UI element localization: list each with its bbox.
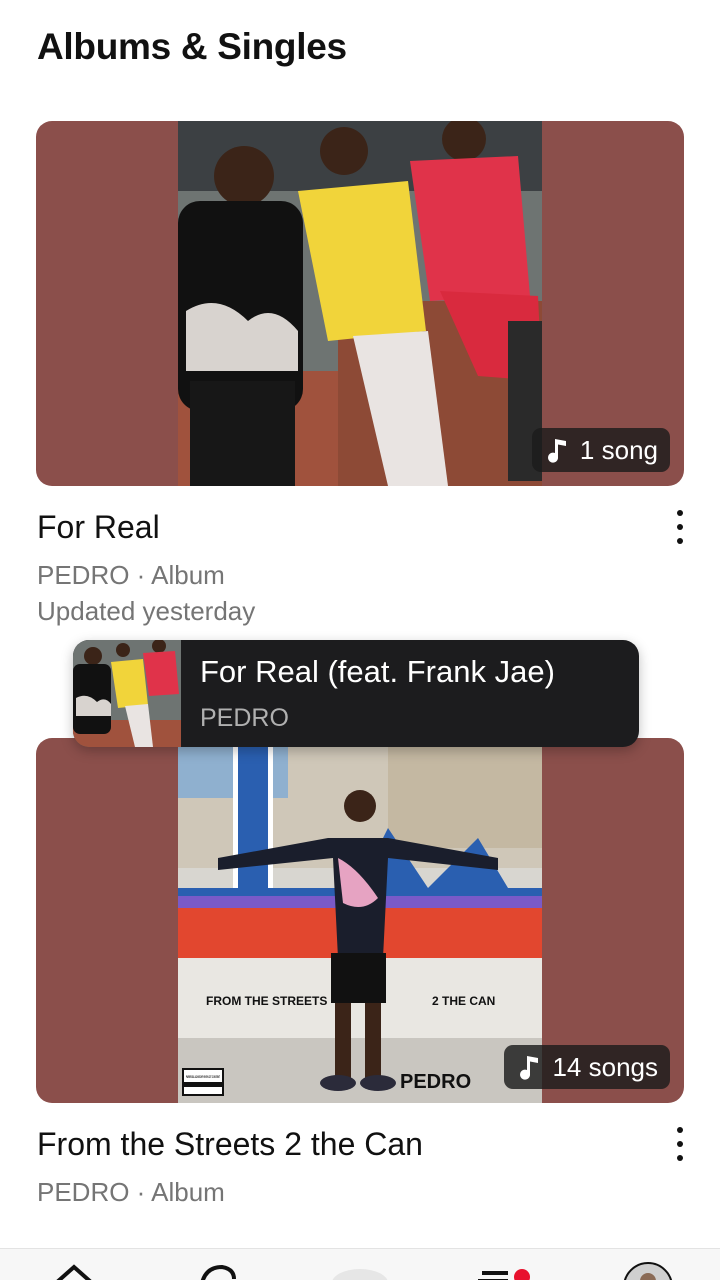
library-icon[interactable] bbox=[478, 1261, 534, 1280]
now-playing-icon[interactable] bbox=[330, 1261, 390, 1280]
album-cover-art: FROM THE STREETS 2 THE CAN PEDRO PARENTA… bbox=[178, 738, 542, 1103]
album-updated: Updated yesterday bbox=[37, 596, 256, 626]
album-title[interactable]: From the Streets 2 the Can bbox=[37, 1126, 423, 1163]
more-options-button[interactable] bbox=[670, 510, 690, 544]
mini-player-artwork bbox=[73, 640, 181, 747]
song-count-label: 1 song bbox=[579, 434, 658, 465]
profile-avatar[interactable] bbox=[622, 1261, 674, 1280]
cover-text-left: FROM THE STREETS bbox=[206, 994, 327, 1008]
dot bbox=[677, 510, 683, 516]
album-meta: PEDRO · Album bbox=[37, 560, 225, 590]
song-count-badge: 1 song bbox=[531, 428, 670, 472]
mini-player[interactable]: For Real (feat. Frank Jae) PEDRO bbox=[73, 640, 639, 747]
song-count-badge: 14 songs bbox=[504, 1045, 670, 1089]
parental-advisory-text: PARENTAL ADVISORY EXPLICIT CONTENT bbox=[186, 1074, 220, 1079]
dot bbox=[677, 1141, 683, 1147]
cover-artist-name: PEDRO bbox=[400, 1071, 471, 1093]
now-playing-title: For Real (feat. Frank Jae) bbox=[200, 654, 555, 689]
dot bbox=[677, 538, 683, 544]
dot bbox=[677, 524, 683, 530]
music-note-icon bbox=[518, 1054, 542, 1080]
dot bbox=[677, 1155, 683, 1161]
album-card-from-the-streets[interactable]: FROM THE STREETS 2 THE CAN PEDRO PARENTA… bbox=[36, 738, 684, 1103]
album-card-for-real[interactable]: 1 song bbox=[36, 121, 684, 486]
album-title[interactable]: For Real bbox=[37, 509, 160, 546]
more-options-button[interactable] bbox=[670, 1127, 690, 1161]
search-icon[interactable] bbox=[196, 1261, 240, 1280]
bottom-tab-bar bbox=[0, 1248, 720, 1280]
home-icon[interactable] bbox=[52, 1261, 96, 1280]
dot bbox=[677, 1127, 683, 1133]
music-note-icon bbox=[546, 437, 570, 463]
album-meta: PEDRO · Album bbox=[37, 1177, 225, 1207]
page-title: Albums & Singles bbox=[37, 26, 347, 67]
album-cover-art bbox=[178, 121, 542, 486]
song-count-label: 14 songs bbox=[552, 1051, 658, 1082]
albums-singles-screen: Albums & Singles 1 song For Real PEDRO ·… bbox=[0, 0, 720, 1280]
cover-text-right: 2 THE CAN bbox=[432, 994, 495, 1008]
now-playing-artist: PEDRO bbox=[200, 704, 289, 732]
